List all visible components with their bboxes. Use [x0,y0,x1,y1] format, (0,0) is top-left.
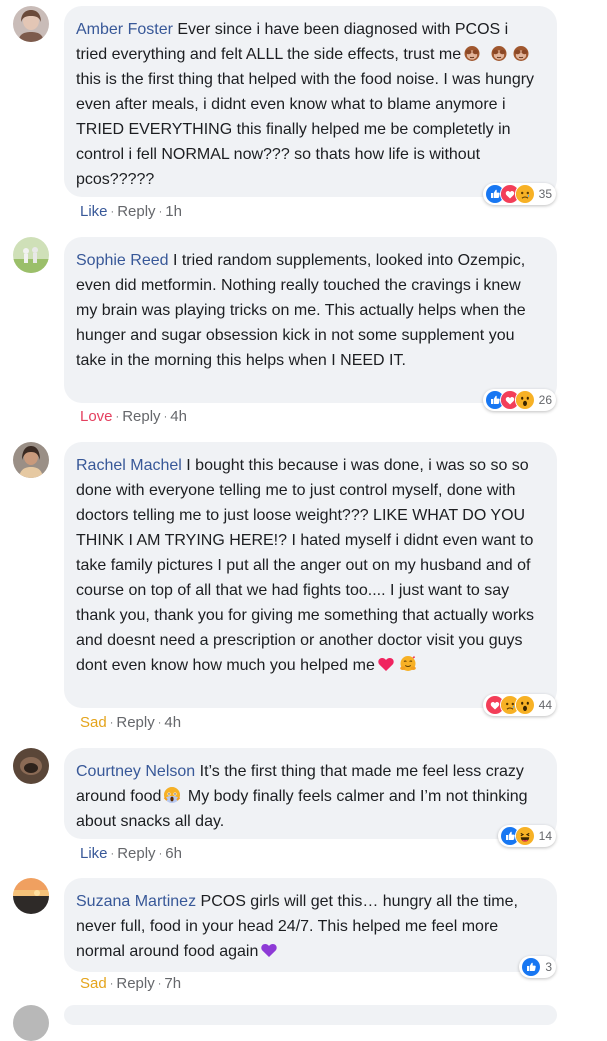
avatar-photo [13,6,49,42]
avatar-photo [13,237,49,273]
comment-timestamp[interactable]: 4h [170,408,187,425]
avatar[interactable] [13,6,49,42]
comment-actions: Sad · Reply · 4h [80,714,181,731]
comment-author[interactable]: Amber Foster [76,21,173,38]
separator-dot: · [109,717,114,729]
comment-bubble: Sophie Reed I tried random supplements, … [64,237,557,403]
reply-button[interactable]: Reply [116,714,154,731]
sad-reaction-button[interactable]: Sad [80,714,107,731]
screaming-face-emoji [163,786,181,804]
reactions-summary[interactable]: 26 [482,389,556,411]
comment-author[interactable]: Suzana Martinez [76,893,196,910]
comment-timestamp[interactable]: 7h [164,975,181,992]
avatar-photo [13,442,49,478]
separator-dot: · [163,411,168,423]
comment-bubble [64,1005,557,1025]
separator-dot: · [157,978,162,990]
comment-actions: Like · Reply · 6h [80,845,182,862]
sad-icon [514,184,535,204]
separator-dot: · [110,848,115,860]
reaction-count: 44 [538,698,552,712]
like-button[interactable]: Like [80,845,108,862]
separator-dot: · [110,206,115,218]
wow-icon [514,390,535,410]
wow-icon [514,695,535,715]
comment-text-continued: this is the first thing that helped with… [76,71,535,188]
sad-reaction-button[interactable]: Sad [80,975,107,992]
avatar[interactable] [13,748,49,784]
comment-bubble: Rachel Machel I bought this because i wa… [64,442,557,708]
haha-icon [514,826,535,846]
comment-actions: Sad · Reply · 7h [80,975,181,992]
comment-text: I bought this because i was done, i was … [76,457,535,674]
comment-author[interactable]: Rachel Machel [76,457,182,474]
see-no-evil-monkey-emoji [463,44,481,62]
comment-bubble: Suzana Martinez PCOS girls will get this… [64,878,557,972]
reaction-count: 14 [538,829,552,843]
avatar[interactable] [13,442,49,478]
reply-button[interactable]: Reply [117,203,155,220]
comment-actions: Love · Reply · 4h [80,408,187,425]
reaction-count: 3 [545,960,552,974]
comment-text: I tried random supplements, looked into … [76,252,526,369]
avatar-photo [13,878,49,914]
avatar[interactable] [13,1005,49,1041]
reaction-count: 35 [538,187,552,201]
reactions-summary[interactable]: 3 [519,956,556,978]
comment-timestamp[interactable]: 4h [164,714,181,731]
avatar[interactable] [13,878,49,914]
hugging-face-emoji [399,655,417,673]
avatar-photo [13,748,49,784]
purple-heart-emoji [260,941,278,959]
like-icon [521,957,542,977]
comment-timestamp[interactable]: 6h [165,845,182,862]
reactions-summary[interactable]: 44 [482,694,556,716]
reply-button[interactable]: Reply [117,845,155,862]
love-reaction-button[interactable]: Love [80,408,113,425]
comment-author[interactable]: Courtney Nelson [76,763,195,780]
comment-bubble: Courtney Nelson It’s the first thing tha… [64,748,557,839]
reply-button[interactable]: Reply [116,975,154,992]
see-no-evil-monkey-emoji [490,44,508,62]
separator-dot: · [109,978,114,990]
heart-emoji [377,655,395,673]
separator-dot: · [158,206,163,218]
reply-button[interactable]: Reply [122,408,160,425]
like-button[interactable]: Like [80,203,108,220]
see-no-evil-monkey-emoji [512,44,530,62]
separator-dot: · [157,717,162,729]
avatar[interactable] [13,237,49,273]
comment-author[interactable]: Sophie Reed [76,252,169,269]
reactions-summary[interactable]: 35 [482,183,556,205]
comment-bubble: Amber Foster Ever since i have been diag… [64,6,557,197]
reaction-count: 26 [538,393,552,407]
comment-timestamp[interactable]: 1h [165,203,182,220]
separator-dot: · [158,848,163,860]
reactions-summary[interactable]: 14 [497,825,556,847]
comment-actions: Like · Reply · 1h [80,203,182,220]
separator-dot: · [115,411,120,423]
